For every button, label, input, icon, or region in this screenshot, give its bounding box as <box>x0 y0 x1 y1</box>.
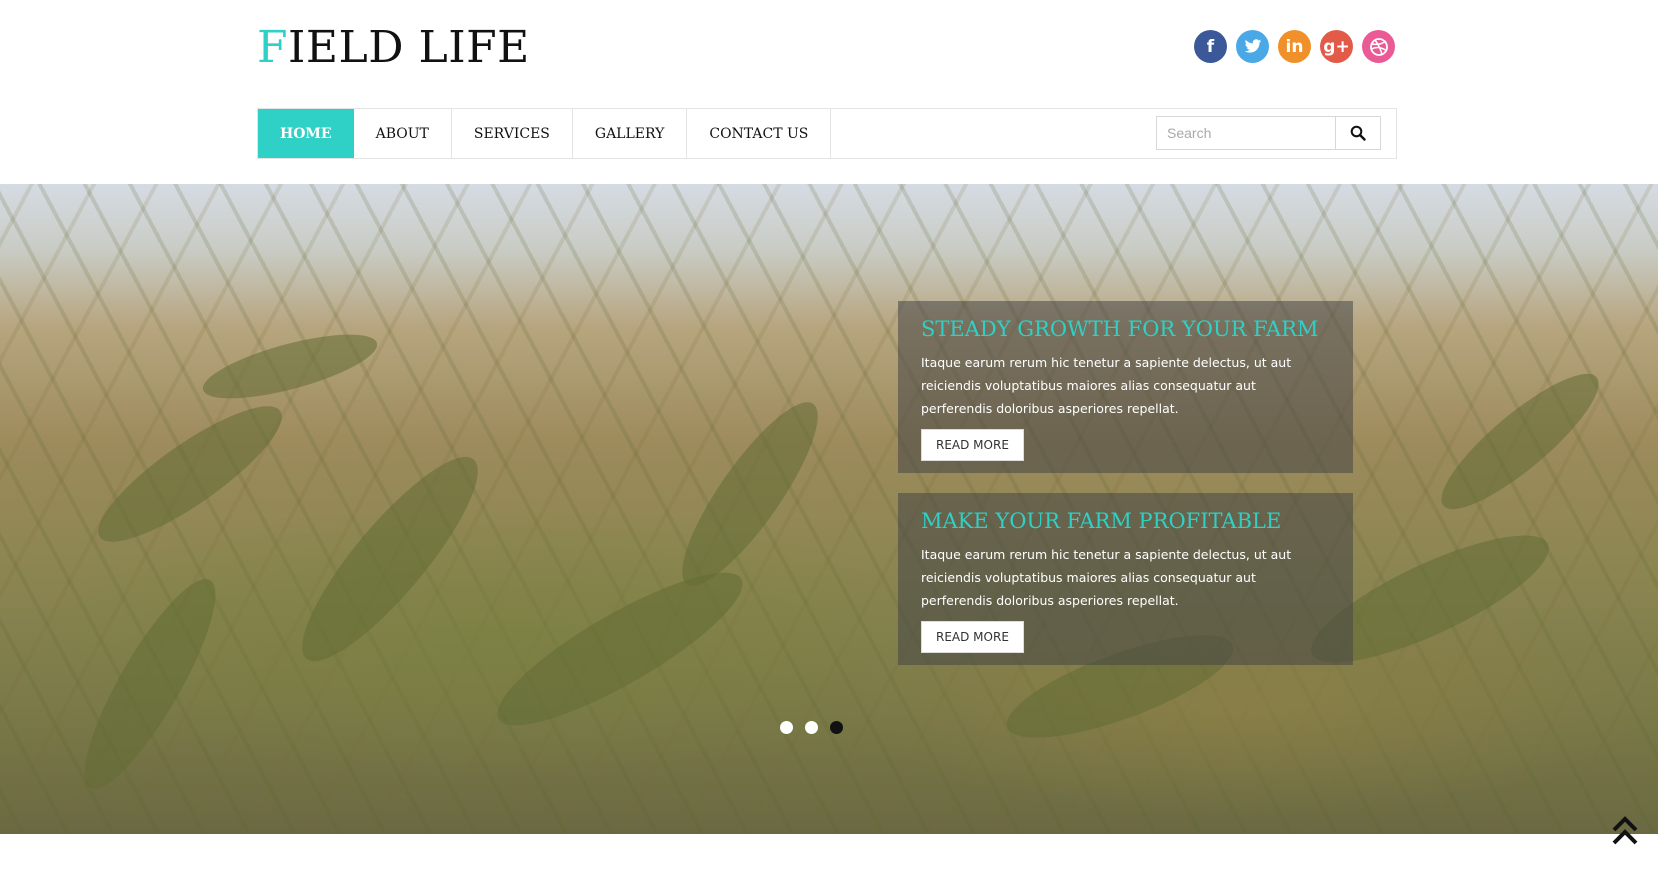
search-button[interactable] <box>1336 116 1381 150</box>
carousel-dot[interactable] <box>805 721 818 734</box>
slide-card-2: MAKE YOUR FARM PROFITABLE Itaque earum r… <box>898 493 1353 665</box>
search-input[interactable] <box>1156 116 1336 150</box>
site-header: FIELD LIFE f in g+ HOME ABOUT SERVICES G… <box>0 0 1658 184</box>
nav-item-contact-us[interactable]: CONTACT US <box>687 109 832 158</box>
logo-text: IELD LIFE <box>288 22 530 73</box>
nav-item-gallery[interactable]: GALLERY <box>573 109 688 158</box>
search-form <box>1156 116 1381 150</box>
google-plus-icon[interactable]: g+ <box>1320 30 1353 63</box>
nav-item-services[interactable]: SERVICES <box>452 109 573 158</box>
carousel-dot[interactable] <box>780 721 793 734</box>
slide-title: STEADY GROWTH FOR YOUR FARM <box>921 317 1319 341</box>
search-icon <box>1350 125 1366 141</box>
slide-text: Itaque earum rerum hic tenetur a sapient… <box>921 355 1292 416</box>
read-more-button[interactable]: READ MORE <box>921 429 1024 461</box>
slide-card-1: STEADY GROWTH FOR YOUR FARM Itaque earum… <box>898 301 1353 473</box>
slide-title: MAKE YOUR FARM PROFITABLE <box>921 509 1282 533</box>
hero-slider: STEADY GROWTH FOR YOUR FARM Itaque earum… <box>0 184 1658 834</box>
scroll-to-top-button[interactable] <box>1612 814 1638 848</box>
twitter-icon[interactable] <box>1236 30 1269 63</box>
logo-first-letter: F <box>257 22 289 73</box>
social-links: f in g+ <box>1194 30 1395 63</box>
main-navigation: HOME ABOUT SERVICES GALLERY CONTACT US <box>257 108 1397 159</box>
dribbble-icon[interactable] <box>1362 30 1395 63</box>
double-chevron-up-icon <box>1612 816 1638 845</box>
slide-text: Itaque earum rerum hic tenetur a sapient… <box>921 547 1292 608</box>
read-more-button[interactable]: READ MORE <box>921 621 1024 653</box>
nav-item-home[interactable]: HOME <box>258 109 354 158</box>
facebook-icon[interactable]: f <box>1194 30 1227 63</box>
linkedin-icon[interactable]: in <box>1278 30 1311 63</box>
carousel-dot[interactable] <box>830 721 843 734</box>
carousel-dots <box>780 721 843 734</box>
site-logo[interactable]: FIELD LIFE <box>257 22 530 73</box>
nav-item-about[interactable]: ABOUT <box>354 109 452 158</box>
